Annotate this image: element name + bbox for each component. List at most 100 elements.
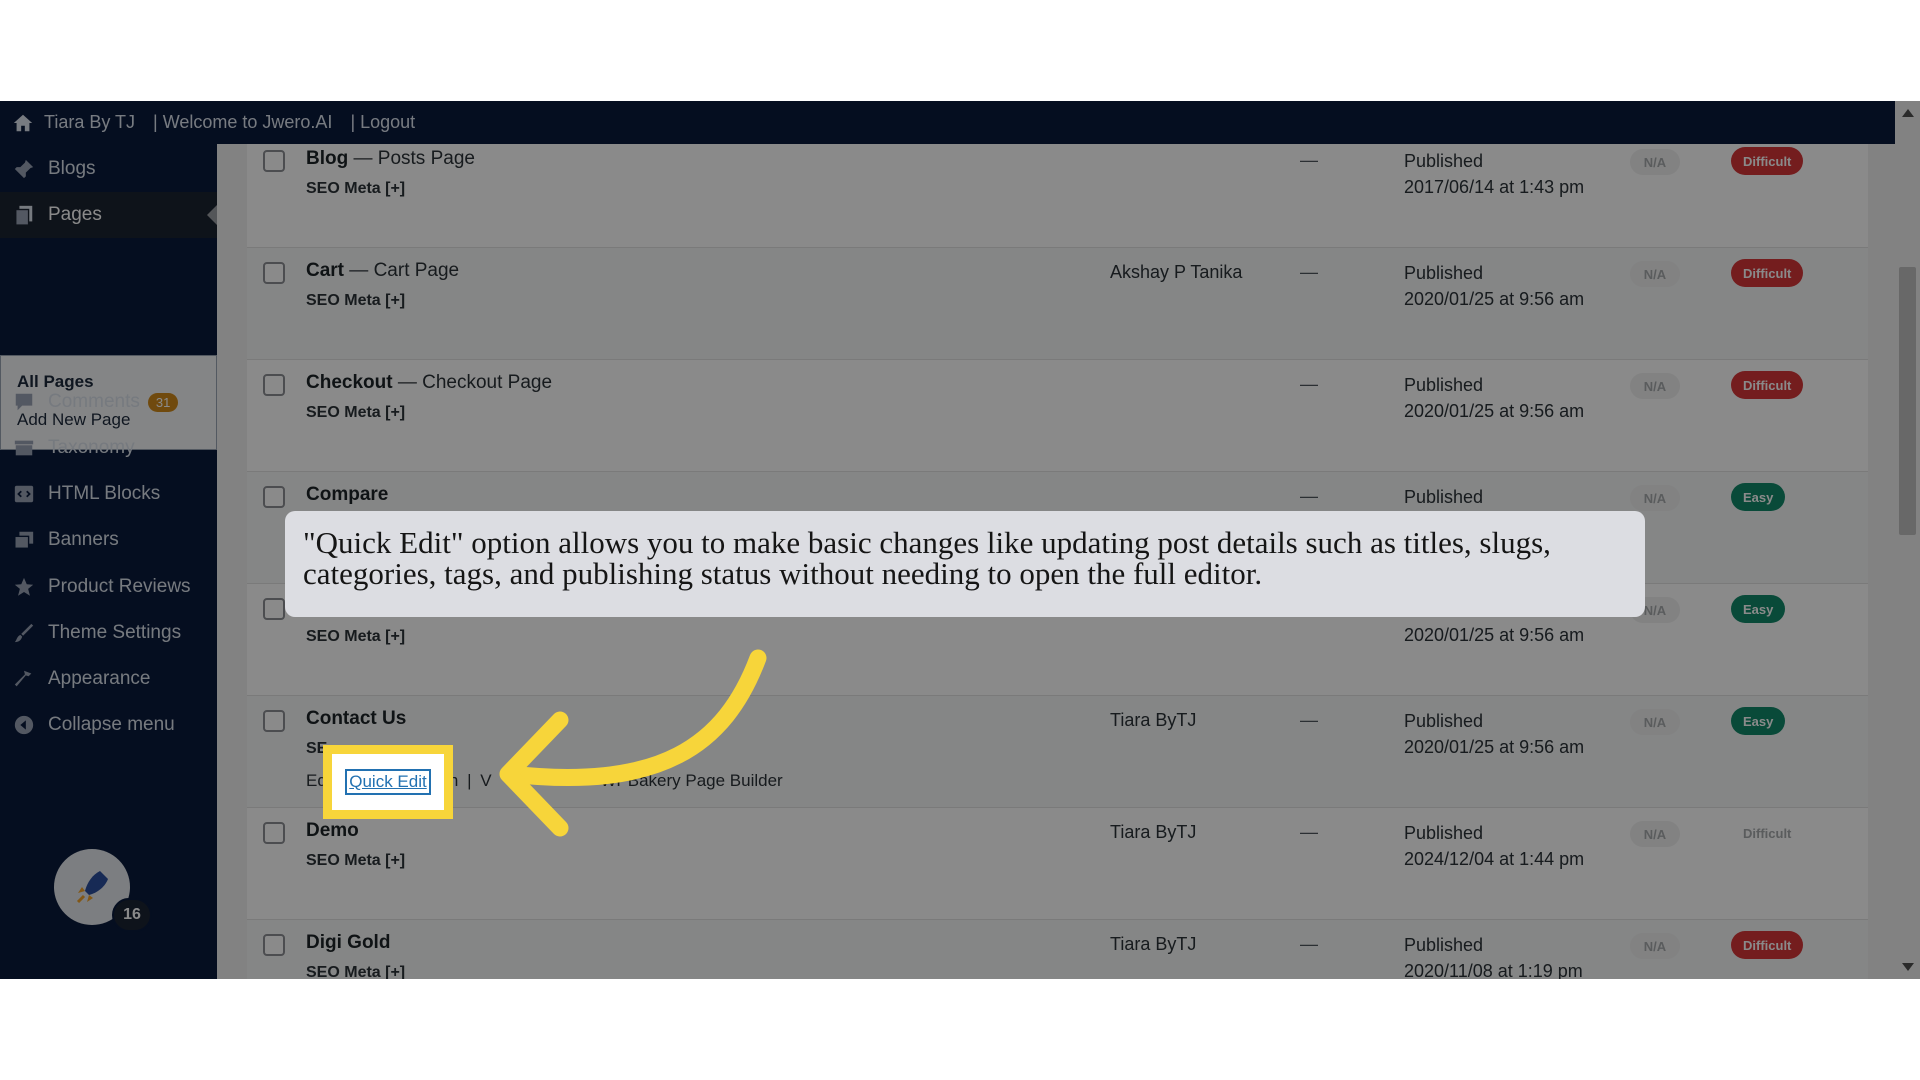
home-icon[interactable] [12, 112, 34, 134]
row-title[interactable]: Compare [306, 484, 388, 506]
row-title[interactable]: Digi Gold [306, 932, 390, 954]
quick-edit-highlight: Quick Edit [323, 745, 453, 819]
sidebar-item-theme-settings[interactable]: Theme Settings [0, 610, 217, 656]
sidebar-item-label: Product Reviews [48, 576, 191, 597]
row-title[interactable]: Demo [306, 820, 359, 842]
difficulty-badge: Difficult [1731, 931, 1804, 959]
row-checkbox[interactable] [263, 374, 285, 396]
na-badge: N/A [1630, 149, 1680, 175]
sidebar-item-product-reviews[interactable]: Product Reviews [0, 564, 217, 610]
sidebar-item-taxonomy[interactable]: Taxonomy [0, 425, 217, 471]
scroll-up-icon[interactable] [1902, 109, 1914, 117]
welcome-text: | Welcome to Jwero.AI [153, 112, 333, 132]
row-status: Published 2017/06/14 at 1:43 pm [1404, 151, 1585, 197]
row-checkbox[interactable] [263, 822, 285, 844]
row-dash: — [1300, 374, 1318, 394]
seo-meta-toggle[interactable]: SEO Meta [+] [306, 180, 405, 198]
row-status: Published 2020/01/25 at 9:56 am [1404, 375, 1585, 421]
comment-icon [12, 390, 36, 414]
row-title[interactable]: Contact Us [306, 708, 406, 730]
logout-link[interactable]: | Logout [350, 112, 415, 133]
sidebar-item-label: Taxonomy [48, 437, 135, 458]
screenshot-stage: Tiara By TJ | Welcome to Jwero.AI | Logo… [0, 101, 1920, 979]
difficulty-badge: Difficult [1743, 825, 1792, 841]
na-badge: N/A [1630, 261, 1680, 287]
sidebar-item-comments[interactable]: Comments 31 [0, 379, 217, 425]
row-status: Published 2020/01/25 at 9:56 am [1404, 711, 1585, 757]
row-author[interactable]: Tiara ByTJ [1110, 822, 1196, 843]
row-status: Published 2020/01/25 at 9:56 am [1404, 263, 1585, 309]
difficulty-badge: Difficult [1731, 259, 1804, 287]
seo-meta-toggle[interactable]: SEO Meta [+] [306, 404, 405, 422]
avatar-count-badge: 16 [112, 898, 152, 932]
row-title[interactable]: Cart — Cart Page [306, 260, 459, 282]
sidebar-item-pages[interactable]: Pages [0, 192, 217, 238]
sidebar-item-label: HTML Blocks [48, 483, 161, 504]
sidebar-item-collapse-menu[interactable]: Collapse menu [0, 702, 217, 748]
difficulty-badge: Difficult [1731, 147, 1804, 175]
row-status: 2020/01/25 at 9:56 am [1404, 625, 1585, 645]
page-scrollbar[interactable] [1895, 101, 1920, 979]
sidebar-item-label: Blogs [48, 158, 96, 179]
gallery-icon [12, 528, 36, 552]
row-author[interactable]: Tiara ByTJ [1110, 934, 1196, 955]
row-title[interactable]: Blog — Posts Page [306, 148, 475, 170]
admin-bar: Tiara By TJ | Welcome to Jwero.AI | Logo… [0, 101, 1895, 144]
code-block-icon [12, 482, 36, 506]
row-author[interactable]: Akshay P Tanika [1110, 262, 1242, 283]
row-checkbox[interactable] [263, 262, 285, 284]
seo-meta-toggle[interactable]: SEO Meta [+] [306, 628, 405, 646]
action-separator: | [467, 771, 472, 790]
row-dash: — [1300, 934, 1318, 954]
table-row: Checkout — Checkout Page SEO Meta [+] — … [247, 360, 1868, 472]
row-dash: — [1300, 822, 1318, 842]
na-badge: N/A [1630, 373, 1680, 399]
difficulty-badge: Easy [1731, 483, 1786, 511]
na-badge: N/A [1630, 821, 1680, 847]
seo-meta-toggle[interactable]: SEO Meta [+] [306, 852, 405, 870]
collapse-icon [12, 713, 36, 737]
row-checkbox[interactable] [263, 486, 285, 508]
na-badge: N/A [1630, 485, 1680, 511]
row-dash: — [1300, 486, 1318, 506]
quick-edit-link[interactable]: Quick Edit [345, 769, 431, 795]
star-icon [12, 575, 36, 599]
table-row: Digi Gold SEO Meta [+] Tiara ByTJ — Publ… [247, 920, 1868, 979]
brush-icon [12, 621, 36, 645]
row-status: Published 2020/11/08 at 1:19 pm [1404, 935, 1583, 979]
sidebar-item-label: Appearance [48, 668, 151, 689]
row-dash: — [1300, 262, 1318, 282]
row-status: Published [1404, 487, 1484, 507]
na-badge: N/A [1630, 709, 1680, 735]
sidebar-item-label: Collapse menu [48, 714, 175, 735]
row-checkbox[interactable] [263, 934, 285, 956]
scroll-down-icon[interactable] [1902, 963, 1914, 971]
row-status: Published 2024/12/04 at 1:44 pm [1404, 823, 1585, 869]
sidebar-item-blogs[interactable]: Blogs [0, 146, 217, 192]
row-title[interactable]: Checkout — Checkout Page [306, 372, 552, 394]
row-checkbox[interactable] [263, 150, 285, 172]
table-row: Cart — Cart Page SEO Meta [+] Akshay P T… [247, 248, 1868, 360]
pages-icon [12, 203, 36, 227]
comments-count-badge: 31 [147, 392, 179, 412]
difficulty-badge: Difficult [1731, 371, 1804, 399]
seo-meta-toggle[interactable]: SEO Meta [+] [306, 964, 405, 979]
sidebar-item-banners[interactable]: Banners [0, 517, 217, 563]
row-dash: — [1300, 710, 1318, 730]
hammer-icon [12, 667, 36, 691]
taxonomy-icon [12, 436, 36, 460]
sidebar-item-html-blocks[interactable]: HTML Blocks [0, 471, 217, 517]
scroll-thumb[interactable] [1899, 267, 1916, 535]
seo-meta-toggle[interactable]: SEO Meta [+] [306, 292, 405, 310]
rocket-icon [76, 871, 108, 904]
row-checkbox[interactable] [263, 598, 285, 620]
na-badge: N/A [1630, 933, 1680, 959]
row-author[interactable]: Tiara ByTJ [1110, 710, 1196, 731]
sidebar-item-label: Theme Settings [48, 622, 182, 643]
admin-sidebar: Blogs Pages All Pages Add New Page Comme… [0, 144, 217, 979]
table-row: Blog — Posts Page SEO Meta [+] — Publish… [247, 144, 1868, 248]
row-checkbox[interactable] [263, 710, 285, 732]
sidebar-item-appearance[interactable]: Appearance [0, 656, 217, 702]
site-name-link[interactable]: Tiara By TJ [44, 112, 135, 133]
tutorial-callout: "Quick Edit" option allows you to make b… [285, 511, 1645, 617]
